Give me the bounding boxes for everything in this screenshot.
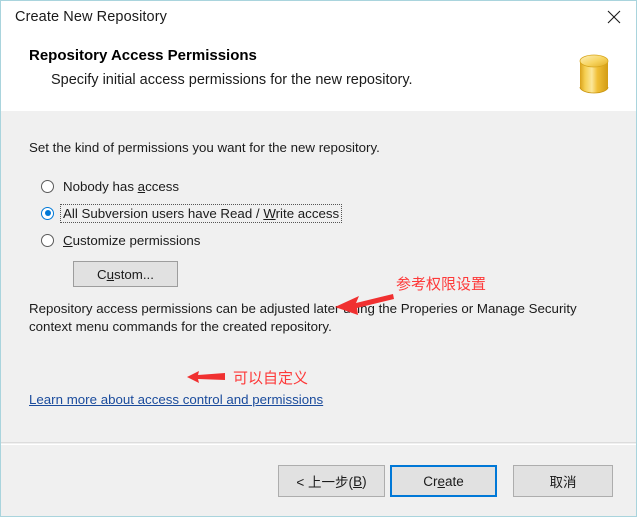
radio-label-accelerator: C [63,232,73,248]
back-button-label-suffix: ) [362,473,367,489]
radio-option-nobody-has-access[interactable]: Nobody has access [41,177,181,195]
radio-mark-checked[interactable] [41,206,54,220]
repository-database-icon [574,52,614,96]
create-button-label-prefix: Cr [423,473,438,489]
radio-option-label: All Subversion users have Read / Write a… [59,203,343,223]
dialog-body: Set the kind of permissions you want for… [1,111,636,441]
radio-label-suffix: rite access [275,205,340,221]
radio-mark[interactable] [41,179,54,193]
custom-button[interactable]: Cu stom... [73,261,178,287]
back-button[interactable]: < 上一步(B) [278,465,385,497]
annotation-arrow-left-icon [186,369,226,390]
radio-mark[interactable] [41,233,54,247]
radio-label-accelerator: W [263,205,276,221]
annotation-text-permission-reference: 参考权限设置 [396,275,487,293]
annotation-text-customizable: 可以自定义 [233,369,309,387]
dialog-header: Repository Access Permissions Specify in… [1,34,636,112]
radio-label-accelerator: a [137,178,146,194]
radio-option-all-subversion-users-read-write[interactable]: All Subversion users have Read / Write a… [41,203,343,223]
create-new-repository-dialog: Create New Repository Repository Access … [0,0,637,517]
back-button-accelerator: B [353,473,363,489]
permissions-note-text: Repository access permissions can be adj… [29,301,577,334]
cancel-button-label: 取消 [549,475,577,490]
radio-label-prefix: Nobody has [63,178,138,194]
page-title: Repository Access Permissions [29,47,257,64]
dialog-footer: < 上一步(B) Cr e ate 取消 [1,442,636,516]
radio-label-prefix: All Subversion users have Read / [63,205,264,221]
annotation-arrow-left-icon [333,291,395,322]
create-button-accelerator: e [437,473,445,489]
radio-option-label: Customize permissions [61,232,202,249]
cancel-button[interactable]: 取消 [513,465,613,497]
custom-button-accelerator: u [106,266,115,282]
custom-button-label-prefix: C [97,266,107,282]
instruction-text: Set the kind of permissions you want for… [29,140,380,155]
title-bar: Create New Repository [1,1,636,35]
close-icon [607,10,621,24]
learn-more-link[interactable]: Learn more about access control and perm… [29,392,323,407]
custom-button-label-suffix: stom... [114,266,154,282]
radio-label-suffix: ustomize permissions [72,232,201,248]
radio-option-label: Nobody has access [61,178,181,195]
create-button-label-suffix: ate [444,473,464,489]
radio-label-suffix: ccess [145,178,180,194]
page-subtitle: Specify initial access permissions for t… [51,72,413,88]
radio-option-customize-permissions[interactable]: Customize permissions [41,231,202,249]
back-button-label-prefix: < 上一步( [296,475,354,490]
create-button[interactable]: Cr e ate [390,465,497,497]
close-button[interactable] [592,1,636,33]
window-title: Create New Repository [15,9,167,25]
